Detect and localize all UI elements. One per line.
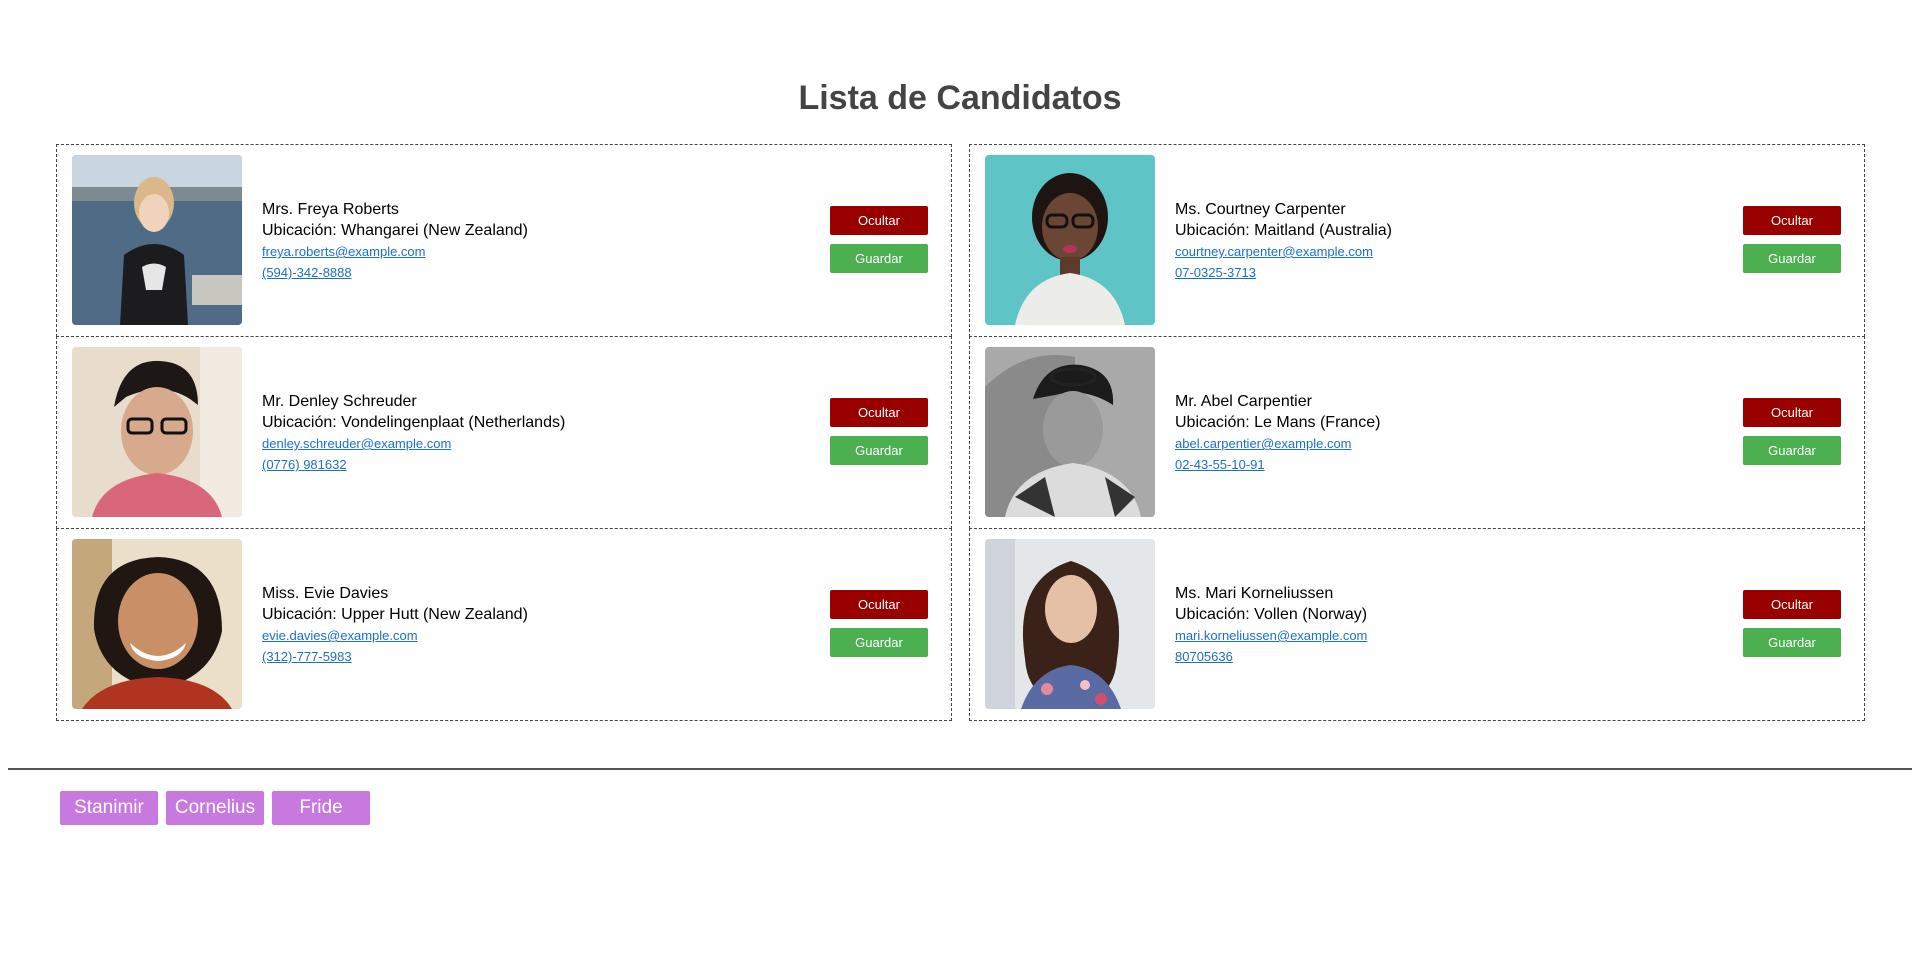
candidate-photo [72,539,242,709]
candidate-phone-link[interactable]: (312)-777-5983 [262,646,528,667]
candidate-card: Miss. Evie Davies Ubicación: Upper Hutt … [56,528,952,721]
candidate-info: Ms. Courtney Carpenter Ubicación: Maitla… [1175,199,1392,283]
candidate-info: Mrs. Freya Roberts Ubicación: Whangarei … [262,199,528,283]
candidate-email-link[interactable]: mari.korneliussen@example.com [1175,625,1367,646]
candidate-photo [72,347,242,517]
saved-candidate-tag[interactable]: Cornelius [166,791,264,825]
candidate-name: Mr. Abel Carpentier [1175,393,1312,410]
candidate-name: Ms. Mari Korneliussen [1175,585,1334,602]
candidate-email-link[interactable]: denley.schreuder@example.com [262,433,565,454]
save-button[interactable]: Guardar [830,436,928,465]
candidate-card: Mrs. Freya Roberts Ubicación: Whangarei … [56,144,952,337]
save-button[interactable]: Guardar [1743,244,1841,273]
hide-button[interactable]: Ocultar [1743,590,1841,619]
candidate-location: Ubicación: Vondelingenplaat (Netherlands… [262,414,566,431]
candidate-email-link[interactable]: abel.carpentier@example.com [1175,433,1380,454]
candidate-info: Mr. Denley Schreuder Ubicación: Vondelin… [262,391,565,475]
page-title: Lista de Candidatos [798,79,1122,117]
saved-candidate-tag[interactable]: Stanimir [60,791,158,825]
candidate-name: Mrs. Freya Roberts [262,201,399,218]
saved-candidate-tag[interactable]: Fride [272,791,370,825]
candidate-info: Mr. Abel Carpentier Ubicación: Le Mans (… [1175,391,1380,475]
candidate-photo [985,347,1155,517]
hide-button[interactable]: Ocultar [830,206,928,235]
candidate-name: Ms. Courtney Carpenter [1175,201,1346,218]
candidate-email-link[interactable]: evie.davies@example.com [262,625,528,646]
candidate-info: Ms. Mari Korneliussen Ubicación: Vollen … [1175,583,1367,667]
candidate-list: Mrs. Freya Roberts Ubicación: Whangarei … [56,144,1865,721]
candidate-name: Miss. Evie Davies [262,585,389,602]
candidate-phone-link[interactable]: 07-0325-3713 [1175,262,1392,283]
page: Lista de Candidatos Mrs. Freya Roberts U… [0,0,1920,955]
candidate-photo [985,539,1155,709]
save-button[interactable]: Guardar [830,628,928,657]
candidate-phone-link[interactable]: (0776) 981632 [262,454,565,475]
hide-button[interactable]: Ocultar [830,398,928,427]
candidate-card: Ms. Courtney Carpenter Ubicación: Maitla… [969,144,1865,337]
candidate-card: Mr. Abel Carpentier Ubicación: Le Mans (… [969,336,1865,529]
candidate-email-link[interactable]: freya.roberts@example.com [262,241,528,262]
candidate-photo [985,155,1155,325]
divider [8,768,1912,770]
hide-button[interactable]: Ocultar [830,590,928,619]
candidate-card: Ms. Mari Korneliussen Ubicación: Vollen … [969,528,1865,721]
candidate-name: Mr. Denley Schreuder [262,393,417,410]
candidate-card: Mr. Denley Schreuder Ubicación: Vondelin… [56,336,952,529]
save-button[interactable]: Guardar [1743,628,1841,657]
candidate-location: Ubicación: Le Mans (France) [1175,414,1381,431]
candidate-phone-link[interactable]: (594)-342-8888 [262,262,528,283]
saved-candidates: Stanimir Cornelius Fride [60,791,370,825]
candidate-info: Miss. Evie Davies Ubicación: Upper Hutt … [262,583,528,667]
candidate-location: Ubicación: Vollen (Norway) [1175,606,1368,623]
save-button[interactable]: Guardar [1743,436,1841,465]
hide-button[interactable]: Ocultar [1743,398,1841,427]
candidate-photo [72,155,242,325]
candidate-phone-link[interactable]: 02-43-55-10-91 [1175,454,1380,475]
candidate-location: Ubicación: Upper Hutt (New Zealand) [262,606,528,623]
save-button[interactable]: Guardar [830,244,928,273]
hide-button[interactable]: Ocultar [1743,206,1841,235]
candidate-phone-link[interactable]: 80705636 [1175,646,1367,667]
candidate-location: Ubicación: Whangarei (New Zealand) [262,222,528,239]
candidate-location: Ubicación: Maitland (Australia) [1175,222,1392,239]
candidate-email-link[interactable]: courtney.carpenter@example.com [1175,241,1392,262]
